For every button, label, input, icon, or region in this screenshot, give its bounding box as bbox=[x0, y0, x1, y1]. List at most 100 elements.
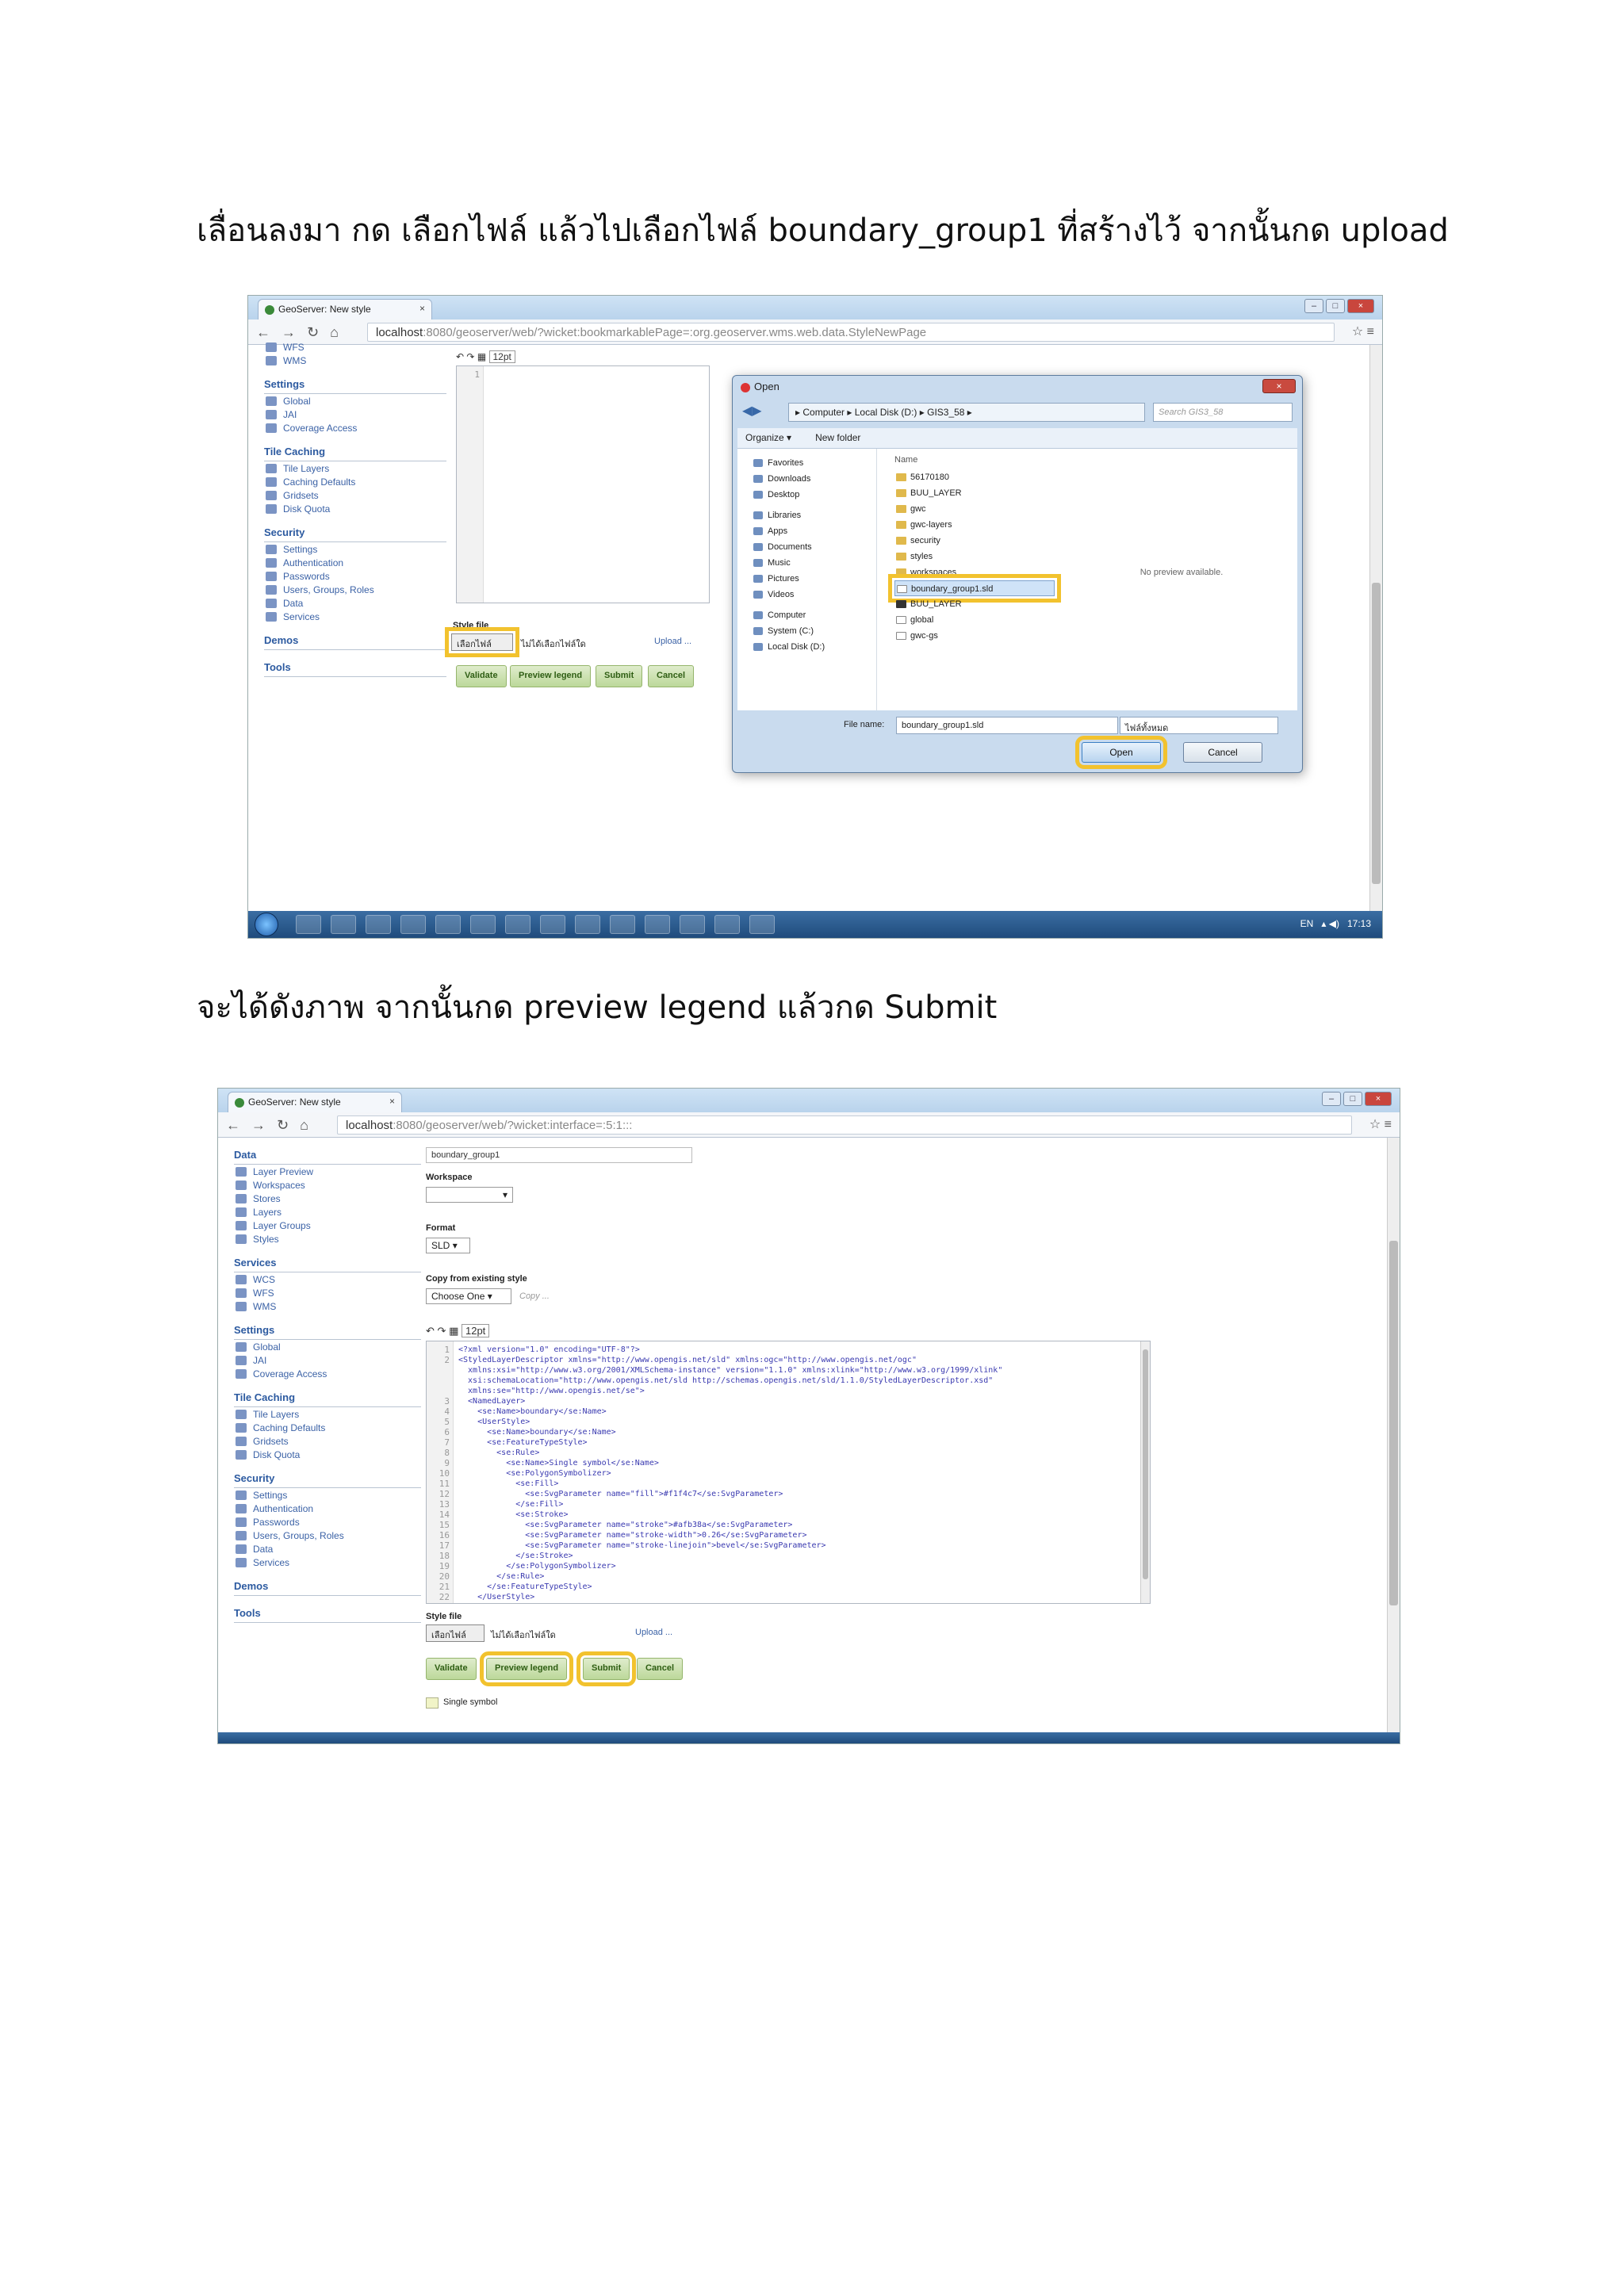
column-name[interactable]: Name bbox=[894, 455, 1055, 465]
home-icon[interactable]: ⌂ bbox=[330, 324, 350, 340]
dialog-cancel-button[interactable]: Cancel bbox=[1183, 742, 1262, 763]
maximize-icon[interactable]: □ bbox=[1343, 1092, 1362, 1106]
file-item[interactable]: workspaces bbox=[894, 564, 1055, 580]
sidebar-item-wfs[interactable]: WFS bbox=[234, 1286, 421, 1299]
reload-icon[interactable]: ↻ bbox=[277, 1117, 300, 1133]
file-item[interactable]: gwc-gs bbox=[894, 628, 1055, 644]
cancel-button[interactable]: Cancel bbox=[648, 665, 695, 687]
sidebar-item-gridsets[interactable]: Gridsets bbox=[264, 488, 446, 502]
format-icon[interactable]: ▦ bbox=[449, 1325, 458, 1337]
forward-icon[interactable]: → bbox=[282, 324, 307, 340]
sidebar-item-stores[interactable]: Stores bbox=[234, 1192, 421, 1205]
taskbar-app-icon[interactable] bbox=[400, 915, 426, 934]
upload-link[interactable]: Upload ... bbox=[635, 1628, 672, 1637]
sidebar-item-coverage[interactable]: Coverage Access bbox=[234, 1367, 421, 1380]
copy-style-select[interactable]: Choose One ▾ bbox=[426, 1288, 511, 1304]
sidebar-item-jai[interactable]: JAI bbox=[264, 408, 446, 421]
file-item[interactable]: BUU_LAYER bbox=[894, 485, 1055, 501]
minimize-icon[interactable]: – bbox=[1322, 1092, 1341, 1106]
dialog-close-icon[interactable]: × bbox=[1262, 379, 1296, 393]
organize-button[interactable]: Organize ▾ bbox=[745, 432, 791, 443]
upload-link[interactable]: Upload ... bbox=[654, 637, 691, 646]
nav-pictures[interactable]: Pictures bbox=[753, 571, 876, 587]
sidebar-item-passwords[interactable]: Passwords bbox=[264, 569, 446, 583]
close-tab-icon[interactable]: × bbox=[419, 303, 425, 314]
sidebar-item-diskquota[interactable]: Disk Quota bbox=[264, 502, 446, 515]
back-icon[interactable]: ← bbox=[226, 1117, 251, 1133]
sidebar-item-layers[interactable]: Layers bbox=[234, 1205, 421, 1219]
nav-libraries[interactable]: Libraries bbox=[753, 507, 876, 523]
file-item[interactable]: global bbox=[894, 612, 1055, 628]
choose-file-button[interactable]: เลือกไฟล์ bbox=[426, 1624, 485, 1642]
sidebar-item-wms[interactable]: WMS bbox=[264, 354, 446, 367]
menu-icon[interactable]: ≡ bbox=[1385, 1118, 1392, 1131]
start-button-icon[interactable] bbox=[255, 913, 278, 936]
sidebar-head-demos[interactable]: Demos bbox=[234, 1580, 421, 1596]
cancel-button[interactable]: Cancel bbox=[637, 1658, 684, 1680]
taskbar-app-icon[interactable] bbox=[749, 915, 775, 934]
preview-legend-button[interactable]: Preview legend bbox=[479, 1651, 574, 1686]
page-scrollbar[interactable] bbox=[1369, 345, 1382, 911]
clock[interactable]: 17:13 bbox=[1347, 918, 1371, 929]
star-icon[interactable]: ☆ bbox=[1369, 1118, 1381, 1131]
undo-icon[interactable]: ↶ bbox=[426, 1325, 435, 1337]
choose-file-button[interactable]: เลือกไฟล์ bbox=[445, 627, 519, 657]
sidebar-item-data[interactable]: Data bbox=[264, 596, 446, 610]
sidebar-item-services[interactable]: Services bbox=[234, 1556, 421, 1569]
minimize-icon[interactable]: – bbox=[1304, 299, 1323, 313]
sidebar-item-caching[interactable]: Caching Defaults bbox=[234, 1421, 421, 1434]
undo-icon[interactable]: ↶ bbox=[456, 351, 464, 362]
file-item[interactable]: security bbox=[894, 533, 1055, 549]
sidebar-item-diskquota[interactable]: Disk Quota bbox=[234, 1448, 421, 1461]
browser-tab[interactable]: GeoServer: New style × bbox=[228, 1092, 402, 1112]
file-item[interactable]: gwc bbox=[894, 501, 1055, 517]
file-item[interactable]: gwc-layers bbox=[894, 517, 1055, 533]
star-icon[interactable]: ☆ bbox=[1352, 325, 1363, 339]
submit-button[interactable]: Submit bbox=[576, 1651, 637, 1686]
sidebar-item-wms[interactable]: WMS bbox=[234, 1299, 421, 1313]
validate-button[interactable]: Validate bbox=[426, 1658, 477, 1680]
nav-downloads[interactable]: Downloads bbox=[753, 471, 876, 487]
sidebar-item-authentication[interactable]: Authentication bbox=[234, 1502, 421, 1515]
nav-videos[interactable]: Videos bbox=[753, 587, 876, 603]
forward-icon[interactable]: → bbox=[251, 1117, 277, 1133]
code-editor[interactable]: 1 bbox=[456, 365, 710, 603]
page-scrollbar[interactable] bbox=[1387, 1138, 1400, 1732]
nav-system-c[interactable]: System (C:) bbox=[753, 623, 876, 639]
code-editor[interactable]: 1 2 3 4 5 6 7 8 9 10 11 12 13 14 15 16 1… bbox=[426, 1341, 1151, 1604]
sidebar-item-services[interactable]: Services bbox=[264, 610, 446, 623]
file-item-selected[interactable]: boundary_group1.sld bbox=[888, 574, 1061, 603]
scrollbar-thumb[interactable] bbox=[1143, 1349, 1148, 1579]
format-icon[interactable]: ▦ bbox=[477, 351, 486, 362]
sidebar-item-layer-preview[interactable]: Layer Preview bbox=[234, 1165, 421, 1178]
nav-computer[interactable]: Computer bbox=[753, 607, 876, 623]
sidebar-item-styles[interactable]: Styles bbox=[234, 1232, 421, 1246]
scrollbar-thumb[interactable] bbox=[1372, 583, 1381, 884]
taskbar-app-icon[interactable] bbox=[714, 915, 740, 934]
sidebar-head-tools[interactable]: Tools bbox=[264, 661, 446, 677]
validate-button[interactable]: Validate bbox=[456, 665, 507, 687]
nav-local-d[interactable]: Local Disk (D:) bbox=[753, 639, 876, 655]
url-field[interactable]: localhost:8080/geoserver/web/?wicket:boo… bbox=[367, 323, 1335, 342]
sidebar-item-wcs[interactable]: WCS bbox=[234, 1272, 421, 1286]
sidebar-head-tools[interactable]: Tools bbox=[234, 1607, 421, 1623]
taskbar-app-icon[interactable] bbox=[540, 915, 565, 934]
new-folder-button[interactable]: New folder bbox=[815, 432, 860, 443]
dialog-back-forward[interactable]: ◀▶ bbox=[742, 403, 762, 419]
volume-icon[interactable]: ◀) bbox=[1329, 918, 1339, 929]
sidebar-item-authentication[interactable]: Authentication bbox=[264, 556, 446, 569]
dialog-breadcrumb[interactable]: ▸ Computer ▸ Local Disk (D:) ▸ GIS3_58 ▸ bbox=[788, 403, 1145, 422]
sidebar-item-data[interactable]: Data bbox=[234, 1542, 421, 1556]
sidebar-item-coverage[interactable]: Coverage Access bbox=[264, 421, 446, 434]
menu-icon[interactable]: ≡ bbox=[1367, 325, 1374, 339]
close-tab-icon[interactable]: × bbox=[389, 1096, 395, 1107]
taskbar-app-icon[interactable] bbox=[296, 915, 321, 934]
nav-documents[interactable]: Documents bbox=[753, 539, 876, 555]
file-item[interactable]: BUU_LAYER bbox=[894, 596, 1055, 612]
sidebar-item-global[interactable]: Global bbox=[234, 1340, 421, 1353]
network-icon[interactable]: ▴ bbox=[1321, 918, 1326, 929]
style-name-input[interactable]: boundary_group1 bbox=[426, 1147, 692, 1163]
sidebar-item-passwords[interactable]: Passwords bbox=[234, 1515, 421, 1529]
sidebar-item-tile-layers[interactable]: Tile Layers bbox=[234, 1407, 421, 1421]
submit-button[interactable]: Submit bbox=[596, 665, 643, 687]
